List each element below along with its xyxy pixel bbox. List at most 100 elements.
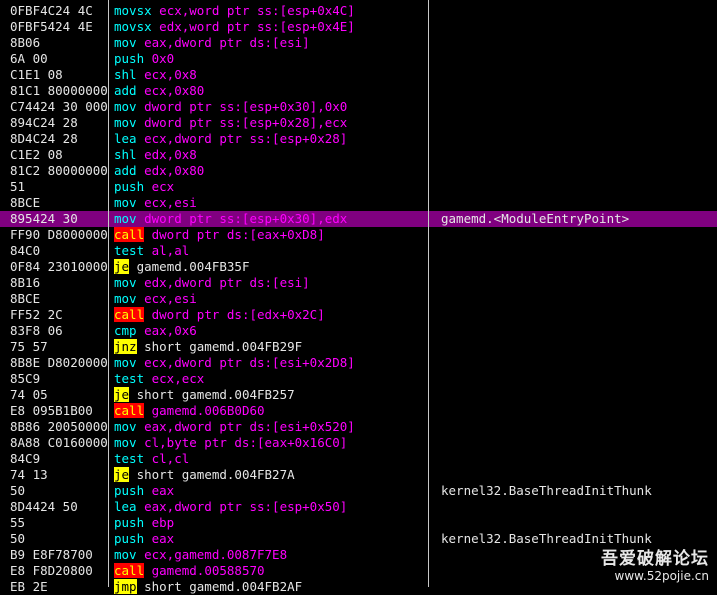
instruction: mov eax,dword ptr ds:[esi+0x520] — [114, 419, 426, 435]
operands: ecx,ecx — [144, 371, 205, 386]
operands: ebp — [144, 515, 175, 530]
mnemonic: je — [114, 259, 130, 274]
instruction: jmp short gamemd.004FB2AF — [114, 579, 426, 595]
instruction: je gamemd.004FB35F — [114, 259, 426, 275]
mnemonic: je — [114, 387, 130, 402]
instruction: movsx ecx,word ptr ss:[esp+0x4C] — [114, 3, 426, 19]
operands: gamemd.00588570 — [144, 563, 265, 578]
mnemonic: mov — [114, 275, 137, 290]
opcode-bytes: 74 05 — [10, 387, 48, 402]
instruction: call gamemd.00588570 — [114, 563, 426, 579]
mnemonic: mov — [114, 547, 137, 562]
instruction: test cl,cl — [114, 451, 426, 467]
operands: dword ptr ss:[esp+0x30],0x0 — [136, 99, 348, 114]
instruction: shl ecx,0x8 — [114, 67, 426, 83]
mnemonic: add — [114, 163, 137, 178]
instruction: jnz short gamemd.004FB29F — [114, 339, 426, 355]
operands: dword ptr ss:[esp+0x28],ecx — [136, 115, 348, 130]
mnemonic: call — [114, 563, 145, 578]
operands: eax,dword ptr ds:[esi] — [136, 35, 310, 50]
opcode-bytes: E8 095B1B00 — [10, 403, 93, 418]
mnemonic: mov — [114, 419, 137, 434]
watermark: 吾爱破解论坛 www.52pojie.cn — [601, 544, 709, 583]
mnemonic: lea — [114, 499, 137, 514]
watermark-title: 吾爱破解论坛 — [601, 549, 709, 569]
instruction: test al,al — [114, 243, 426, 259]
operands: cl,byte ptr ds:[eax+0x16C0] — [136, 435, 348, 450]
operands: dword ptr ds:[edx+0x2C] — [144, 307, 325, 322]
instruction: je short gamemd.004FB27A — [114, 467, 426, 483]
instruction: push ecx — [114, 179, 426, 195]
mnemonic: test — [114, 451, 145, 466]
opcode-bytes: 74 13 — [10, 467, 48, 482]
operands: eax,dword ptr ds:[esi+0x520] — [136, 419, 355, 434]
mnemonic: test — [114, 371, 145, 386]
instruction: shl edx,0x8 — [114, 147, 426, 163]
comment: kernel32.BaseThreadInitThunk — [441, 483, 652, 498]
mnemonic: cmp — [114, 323, 137, 338]
instruction: push ebp — [114, 515, 426, 531]
mnemonic: mov — [114, 355, 137, 370]
comment-column-separator[interactable] — [428, 0, 429, 587]
instruction: cmp eax,0x6 — [114, 323, 426, 339]
operands: al,al — [144, 243, 190, 258]
mnemonic: shl — [114, 147, 137, 162]
opcode-bytes: EB 2E — [10, 579, 48, 594]
instruction: mov ecx,gamemd.0087F7E8 — [114, 547, 426, 563]
operands: eax — [144, 483, 175, 498]
instruction: mov ecx,dword ptr ds:[esi+0x2D8] — [114, 355, 426, 371]
opcode-bytes: 50 — [10, 483, 26, 498]
operands: edx,0x80 — [136, 163, 205, 178]
opcode-bytes: 0FBF4C24 4C — [10, 3, 93, 18]
opcode-bytes: 6A 00 — [10, 51, 48, 66]
mnemonic: mov — [114, 35, 137, 50]
opcode-bytes: 85C9 — [10, 371, 41, 386]
opcode-bytes: B9 E8F78700 — [10, 547, 93, 562]
opcode-bytes: 8B86 20050000 — [10, 419, 108, 434]
instruction: add edx,0x80 — [114, 163, 426, 179]
opcode-bytes: 8D4C24 28 — [10, 131, 78, 146]
opcode-bytes: 83F8 06 — [10, 323, 63, 338]
operands: cl,cl — [144, 451, 190, 466]
opcode-bytes: 8D4424 50 — [10, 499, 78, 514]
mnemonic: mov — [114, 115, 137, 130]
instruction: push eax — [114, 483, 426, 499]
operands: ecx,0x8 — [136, 67, 197, 82]
opcode-bytes: 50 — [10, 531, 26, 546]
opcode-bytes: FF52 2C — [10, 307, 63, 322]
comment: gamemd.<ModuleEntryPoint> — [441, 211, 630, 226]
instruction: call gamemd.006B0D60 — [114, 403, 426, 419]
instruction: lea eax,dword ptr ss:[esp+0x50] — [114, 499, 426, 515]
operands: 0x0 — [144, 51, 175, 66]
opcode-bytes: 8A88 C0160000 — [10, 435, 108, 450]
mnemonic: add — [114, 83, 137, 98]
instruction: mov dword ptr ss:[esp+0x30],0x0 — [114, 99, 426, 115]
operands: edx,0x8 — [136, 147, 197, 162]
opcode-bytes: C74424 30 0000 — [10, 99, 108, 114]
mnemonic: call — [114, 307, 145, 322]
mnemonic: mov — [114, 211, 137, 226]
instruction: mov edx,dword ptr ds:[esi] — [114, 275, 426, 291]
mnemonic: shl — [114, 67, 137, 82]
opcode-bytes: 84C9 — [10, 451, 41, 466]
instruction: mov eax,dword ptr ds:[esi] — [114, 35, 426, 51]
instruction: mov dword ptr ss:[esp+0x28],ecx — [114, 115, 426, 131]
operands: ecx,dword ptr ds:[esi+0x2D8] — [136, 355, 355, 370]
mnemonic: push — [114, 531, 145, 546]
operands: ecx,esi — [136, 291, 197, 306]
mnemonic: push — [114, 179, 145, 194]
operands: ecx — [144, 179, 175, 194]
mnemonic: movsx — [114, 3, 152, 18]
operands: short gamemd.004FB27A — [129, 467, 295, 482]
bytes-column-separator[interactable] — [108, 0, 109, 587]
mnemonic: test — [114, 243, 145, 258]
instruction: je short gamemd.004FB257 — [114, 387, 426, 403]
mnemonic: mov — [114, 195, 137, 210]
operands: ecx,dword ptr ss:[esp+0x28] — [136, 131, 348, 146]
operands: ecx,esi — [136, 195, 197, 210]
operands: gamemd.006B0D60 — [144, 403, 265, 418]
instruction: mov cl,byte ptr ds:[eax+0x16C0] — [114, 435, 426, 451]
opcode-bytes: 895424 30 — [10, 211, 78, 226]
operands: edx,word ptr ss:[esp+0x4E] — [151, 19, 355, 34]
instruction: movsx edx,word ptr ss:[esp+0x4E] — [114, 19, 426, 35]
